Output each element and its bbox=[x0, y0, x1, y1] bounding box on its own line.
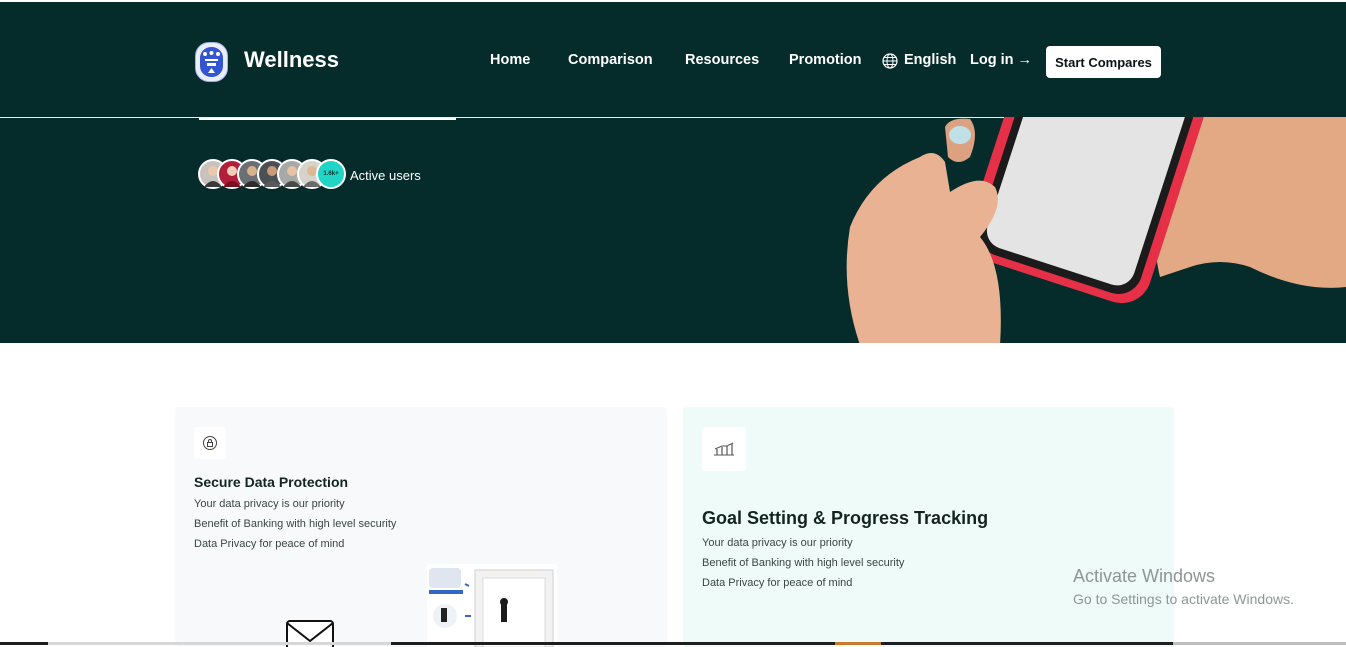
logo-badge-icon bbox=[200, 47, 223, 77]
nav-home[interactable]: Home bbox=[490, 52, 530, 68]
feature-title: Goal Setting & Progress Tracking bbox=[702, 508, 989, 528]
hero-underline bbox=[199, 118, 456, 120]
nav-comparison[interactable]: Comparison bbox=[568, 52, 653, 68]
activate-windows-title: Activate Windows bbox=[1073, 566, 1216, 586]
activate-windows-subtitle: Go to Settings to activate Windows. bbox=[1073, 591, 1294, 607]
feature-title: Secure Data Protection bbox=[194, 474, 349, 490]
user-count-badge: 1.6k+ bbox=[316, 159, 346, 189]
login-link[interactable]: Log in → bbox=[970, 52, 1032, 68]
avatar-group: 1.6k+ bbox=[198, 159, 348, 189]
feature-line: Your data privacy is our priority bbox=[702, 537, 853, 549]
shield-lock-icon bbox=[203, 436, 217, 450]
start-compares-button[interactable]: Start Compares bbox=[1046, 46, 1161, 78]
active-users-label: Active users bbox=[350, 168, 421, 183]
feature-line: Data Privacy for peace of mind bbox=[702, 577, 853, 589]
hero-section: Wellness Home Comparison Resources Promo… bbox=[0, 2, 1346, 343]
wellness-logo[interactable] bbox=[195, 42, 228, 82]
safe-illustration bbox=[427, 564, 557, 647]
feature-line: Your data privacy is our priority bbox=[194, 498, 345, 510]
growth-chart-icon bbox=[714, 442, 734, 456]
language-selector[interactable]: English bbox=[904, 52, 956, 68]
nav-resources[interactable]: Resources bbox=[685, 52, 759, 68]
nav-promotion[interactable]: Promotion bbox=[789, 52, 862, 68]
hands-holding-phone-image bbox=[846, 117, 1346, 343]
globe-icon[interactable] bbox=[882, 53, 898, 69]
feature-card-goals: Goal Setting & Progress Tracking Your da… bbox=[683, 407, 1174, 647]
feature-line: Data Privacy for peace of mind bbox=[194, 538, 345, 550]
feature-line: Benefit of Banking with high level secur… bbox=[194, 518, 397, 530]
icon-tile bbox=[702, 427, 746, 471]
brand-name[interactable]: Wellness bbox=[244, 47, 339, 73]
icon-tile bbox=[194, 427, 226, 459]
feature-line: Benefit of Banking with high level secur… bbox=[702, 557, 905, 569]
feature-card-secure: Secure Data Protection Your data privacy… bbox=[175, 407, 667, 647]
